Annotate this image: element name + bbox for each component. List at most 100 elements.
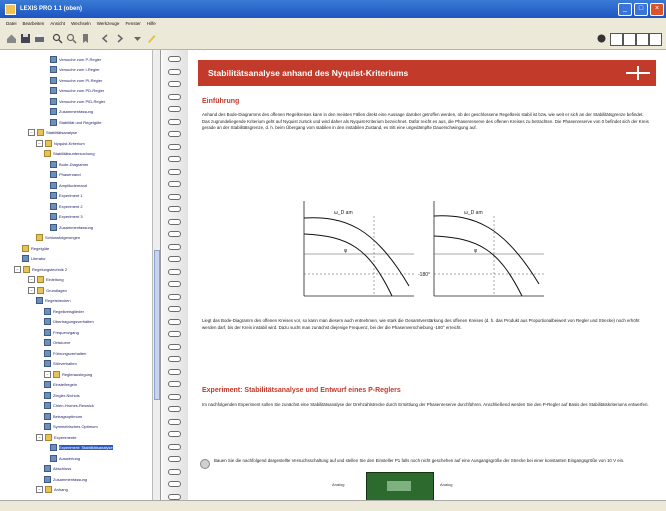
- bookmark-icon[interactable]: [80, 33, 91, 44]
- tree-expander-icon[interactable]: −: [36, 486, 43, 493]
- tree-item[interactable]: Schlussfolgerungen: [36, 234, 80, 241]
- maximize-button[interactable]: □: [634, 2, 648, 16]
- menu-help[interactable]: Hilfe: [147, 21, 156, 26]
- book-icon: [44, 150, 51, 157]
- page-icon: [50, 76, 57, 84]
- tree-item[interactable]: − Grundlagen: [28, 286, 67, 294]
- scrollbar-thumb[interactable]: [154, 250, 160, 400]
- tree-item[interactable]: Stabilitätsuntersuchung: [44, 150, 95, 157]
- tree-item[interactable]: − Anhang: [36, 486, 68, 493]
- tree-item[interactable]: Ortskurve: [44, 339, 70, 346]
- page-icon: [50, 55, 57, 63]
- menu-edit[interactable]: Bearbeiten: [23, 21, 45, 26]
- tree-item[interactable]: Versuche zum PD-Regler: [50, 87, 104, 94]
- close-button[interactable]: ×: [650, 2, 664, 16]
- highlight-icon[interactable]: [146, 33, 157, 44]
- tree-item[interactable]: Stabilität und Regelgüte: [50, 118, 101, 126]
- tree-item[interactable]: Störverhalten: [44, 360, 77, 367]
- tree-item[interactable]: Ziegler-Nichols: [44, 391, 80, 399]
- print-icon[interactable]: [34, 33, 45, 44]
- forward-icon[interactable]: [114, 33, 125, 44]
- tree-item[interactable]: Phasenrand: [50, 171, 81, 178]
- tree-expander-icon[interactable]: −: [36, 139, 43, 147]
- tree-item[interactable]: Versuche zum P-Regler: [50, 55, 101, 63]
- binding-ring: [168, 306, 181, 312]
- left-phase-label: φ: [344, 248, 348, 254]
- tree-expander-icon[interactable]: −: [28, 286, 35, 294]
- save-icon[interactable]: [20, 33, 31, 44]
- menu-view[interactable]: Ansicht: [50, 21, 65, 26]
- page-icon: [50, 171, 57, 178]
- tree-item[interactable]: Symmetrisches Optimum: [44, 423, 98, 430]
- layout-single-button[interactable]: [610, 33, 623, 46]
- tree-item[interactable]: Experiment 3: [50, 213, 83, 220]
- tree-expander-icon[interactable]: −: [28, 129, 35, 136]
- back-icon[interactable]: [100, 33, 111, 44]
- tree-item[interactable]: Betragsoptimum: [44, 412, 83, 420]
- tree-expander-icon[interactable]: −: [36, 433, 43, 441]
- step-bullet-icon: [200, 459, 210, 469]
- tree-item[interactable]: Regelstrecken: [36, 297, 71, 304]
- menu-tools[interactable]: Werkzeuge: [97, 21, 120, 26]
- tree-item[interactable]: Führungsverhalten: [44, 349, 86, 357]
- tree-expander-icon[interactable]: −: [28, 276, 35, 283]
- tree-expander-icon[interactable]: −: [44, 370, 51, 378]
- tree-item[interactable]: Experiment 2: [50, 202, 83, 210]
- tree-item-label: Experiment 2: [59, 203, 83, 209]
- tree-item[interactable]: Übertragungsverhalten: [44, 318, 94, 325]
- layout-double-button[interactable]: [623, 33, 636, 46]
- tree-item[interactable]: Amplitudenrand: [50, 181, 87, 189]
- zoom-icon[interactable]: [66, 33, 77, 44]
- tree-item[interactable]: Experiment: Stabilitätsanalyse: [50, 444, 113, 451]
- tree-item[interactable]: Versuche zum PID-Regler: [50, 97, 105, 105]
- tree-item[interactable]: Experiment 1: [50, 192, 83, 199]
- layout-grid-button[interactable]: [649, 33, 662, 46]
- tree-item[interactable]: − Experimente: [36, 433, 76, 441]
- menu-window[interactable]: Fenster: [125, 21, 140, 26]
- tree-item[interactable]: Versuche zum I-Regler: [50, 66, 100, 73]
- tree-item-label: Übertragungsverhalten: [53, 319, 94, 324]
- circuit-board-image[interactable]: [366, 472, 434, 502]
- page-icon: [44, 318, 51, 325]
- home-icon[interactable]: [6, 33, 17, 44]
- tree-item-label: Abschluss: [53, 466, 72, 471]
- tree-item[interactable]: Zusammenfassung: [50, 108, 93, 115]
- tree-item[interactable]: Literatur: [22, 255, 46, 262]
- binding-ring: [168, 93, 181, 100]
- tree-item-label: Stabilitätsuntersuchung: [53, 151, 95, 156]
- tree-scrollbar[interactable]: [152, 50, 160, 500]
- page-icon: [50, 213, 57, 220]
- tree-item[interactable]: Einstellregeln: [44, 381, 77, 388]
- tree-item[interactable]: Chien-Hrones-Reswick: [44, 402, 94, 409]
- bode-left-plot: ω_D am φ: [303, 201, 414, 297]
- tree-item[interactable]: − Einleitung: [28, 276, 64, 283]
- dropdown-icon[interactable]: [132, 33, 143, 44]
- tree-item[interactable]: Abschluss: [44, 465, 72, 472]
- tree-item-label: Reglerauslegung: [62, 371, 93, 377]
- binding-ring: [168, 206, 181, 212]
- note-icon[interactable]: [596, 33, 607, 44]
- tree-item[interactable]: − Stabilitätsanalyse: [28, 129, 77, 136]
- binding-ring: [168, 356, 181, 362]
- tree-expander-icon[interactable]: −: [14, 265, 21, 273]
- find-icon[interactable]: [52, 33, 63, 44]
- tree-item[interactable]: Zusammenfassung: [50, 223, 93, 231]
- binding-ring: [168, 193, 181, 200]
- tree-item[interactable]: − Nyquist-Kriterium: [36, 139, 85, 147]
- tree-item[interactable]: Zusammenfassung: [44, 475, 87, 483]
- menu-switch[interactable]: Wechseln: [71, 21, 91, 26]
- tree-item[interactable]: Bode-Diagramm: [50, 160, 88, 168]
- status-bar: [0, 500, 666, 511]
- tree-item[interactable]: Auswertung: [50, 454, 80, 462]
- tree-item[interactable]: − Regelungstechnik 2: [14, 265, 67, 273]
- tree-item[interactable]: Regelkreisglieder: [44, 307, 84, 315]
- layout-list-button[interactable]: [636, 33, 649, 46]
- menu-file[interactable]: Datei: [6, 21, 17, 26]
- right-phase-label: φ: [474, 248, 478, 254]
- tree-item[interactable]: Regelgüte: [22, 244, 49, 252]
- tree-item[interactable]: Frequenzgang: [44, 328, 79, 336]
- tree-item[interactable]: − Reglerauslegung: [44, 370, 93, 378]
- tree-item-label: Betragsoptimum: [53, 413, 83, 419]
- minimize-button[interactable]: _: [618, 2, 632, 16]
- tree-item[interactable]: Versuche zum PI-Regler: [50, 76, 102, 84]
